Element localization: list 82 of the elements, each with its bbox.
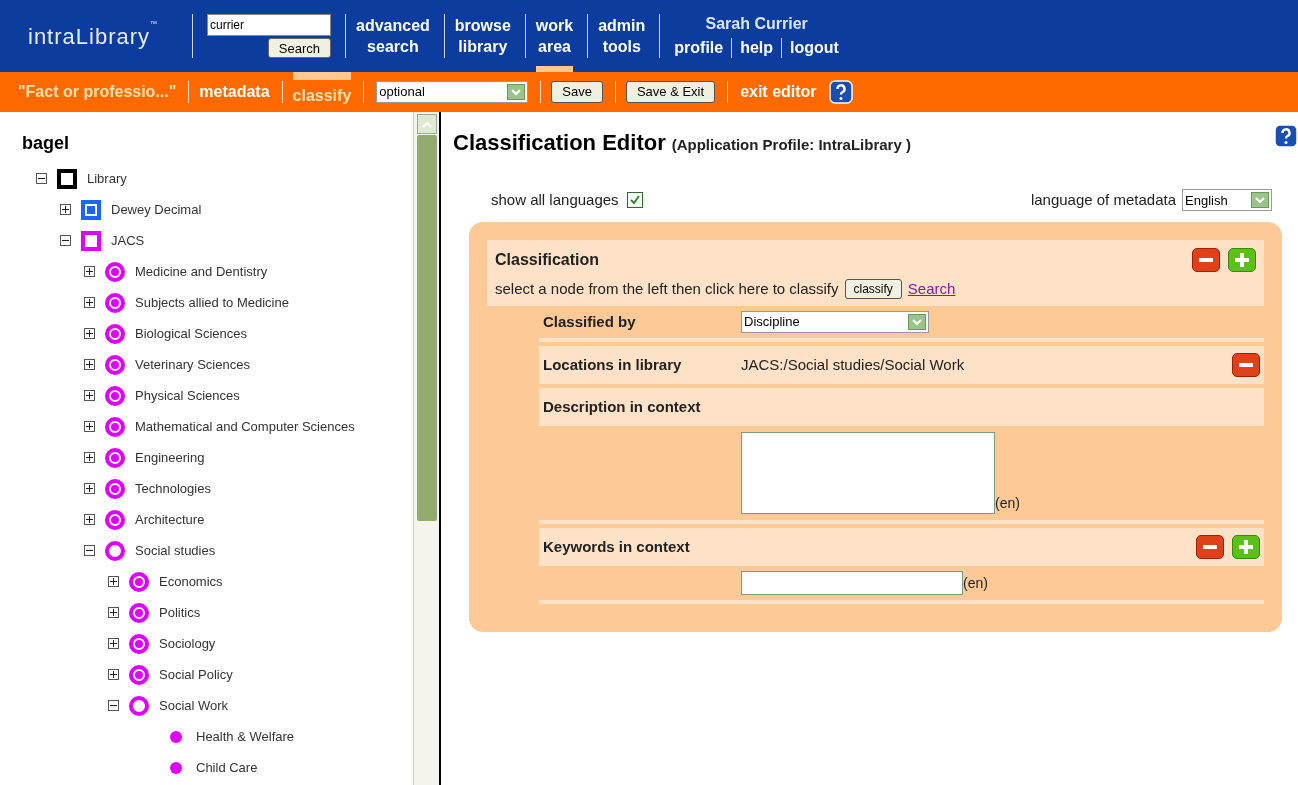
tree-item[interactable]: JACS <box>111 230 145 251</box>
field-label: Description in context <box>543 396 701 417</box>
classify-button[interactable]: classify <box>844 278 902 299</box>
description-field[interactable] <box>741 432 995 514</box>
tree-item[interactable]: Medicine and Dentistry <box>135 261 268 282</box>
expand-icon[interactable] <box>84 452 95 463</box>
expand-icon[interactable] <box>84 483 95 494</box>
logo: intraLibrary$^{™}$ <box>28 19 160 51</box>
search-field[interactable]: currier <box>207 14 331 36</box>
language-select[interactable]: English <box>1182 189 1272 212</box>
language-code: (en) <box>963 573 988 593</box>
help-icon[interactable] <box>828 80 853 104</box>
add-button[interactable] <box>1228 247 1256 272</box>
add-button[interactable] <box>1232 535 1260 559</box>
tree-item[interactable]: Economics <box>159 571 223 592</box>
tree-item[interactable]: Library <box>87 168 127 189</box>
save-button[interactable]: Save & Exit <box>625 81 716 103</box>
search-link[interactable]: Search <box>907 277 956 300</box>
tree-item[interactable]: Health & Welfare <box>196 726 295 747</box>
remove-button[interactable] <box>1232 353 1260 377</box>
nav-link[interactable]: browse library <box>454 0 511 72</box>
tree-item[interactable]: Physical Sciences <box>135 385 240 406</box>
expand-icon[interactable] <box>84 390 95 401</box>
help-icon[interactable] <box>1274 124 1298 148</box>
collapse-icon[interactable] <box>84 545 95 556</box>
save-button[interactable]: Save <box>551 81 603 103</box>
tree-title: bagel <box>22 132 70 155</box>
expand-icon[interactable] <box>108 638 119 649</box>
tree-item[interactable]: Mathematical and Computer Sciences <box>135 416 355 437</box>
user-link[interactable]: help <box>740 36 774 60</box>
tree-item[interactable]: Social Policy <box>159 664 233 685</box>
checkbox-label: show all languages <box>491 190 619 210</box>
collapse-icon[interactable] <box>36 173 47 184</box>
tree-item[interactable]: Veterinary Sciences <box>135 354 250 375</box>
classify-hint: select a node from the left then click here to classify <box>495 278 839 299</box>
user-name: Sarah Currier <box>705 14 808 34</box>
field-label: Classified by <box>543 311 637 332</box>
field-label: Locations in library <box>543 354 683 375</box>
tree-item[interactable]: Social studies <box>135 540 216 561</box>
tree-item[interactable]: Sociology <box>159 633 216 654</box>
expand-icon[interactable] <box>108 576 119 587</box>
tree-item[interactable]: Technologies <box>135 478 211 499</box>
nav-link[interactable]: admin tools <box>598 0 646 72</box>
field-label: Keywords in context <box>543 536 690 557</box>
location-path: JACS:/Social studies/Social Work <box>741 354 966 375</box>
tree-item[interactable]: Child Care <box>196 757 258 778</box>
tree-item[interactable]: Architecture <box>135 509 205 530</box>
expand-icon[interactable] <box>108 607 119 618</box>
tree-item[interactable]: Engineering <box>135 447 205 468</box>
expand-icon[interactable] <box>84 328 95 339</box>
tree-item[interactable]: Politics <box>159 602 201 623</box>
language-code: (en) <box>995 494 1020 513</box>
checkbox[interactable] <box>626 192 643 209</box>
tree-item[interactable]: Biological Sciences <box>135 323 247 344</box>
collapse-icon[interactable] <box>60 235 71 246</box>
profile-select[interactable]: optional <box>376 81 529 103</box>
keywords-field[interactable] <box>741 571 963 595</box>
tree-item[interactable]: Subjects allied to Medicine <box>135 292 289 313</box>
remove-button[interactable] <box>1196 535 1224 559</box>
scroll-up-icon <box>416 114 437 134</box>
expand-icon[interactable] <box>60 204 71 215</box>
expand-icon[interactable] <box>84 514 95 525</box>
expand-icon[interactable] <box>108 669 119 680</box>
section-title: Classification <box>495 249 600 270</box>
user-link[interactable]: logout <box>790 36 839 60</box>
expand-icon[interactable] <box>84 266 95 277</box>
search-button[interactable]: Search <box>267 38 331 58</box>
tree-item[interactable]: Dewey Decimal <box>111 199 202 220</box>
language-label: language of metadata <box>1030 190 1176 210</box>
expand-icon[interactable] <box>84 297 95 308</box>
nav-link[interactable]: advanced search <box>356 0 430 72</box>
editor-subtitle: (Application Profile: IntraLibrary ) <box>671 135 911 155</box>
classified-by-select[interactable]: Discipline <box>741 311 929 333</box>
scroll-thumb[interactable] <box>416 135 437 521</box>
expand-icon[interactable] <box>84 421 95 432</box>
expand-icon[interactable] <box>84 359 95 370</box>
collapse-icon[interactable] <box>108 700 119 711</box>
editor-title: Classification Editor <box>453 129 666 157</box>
tree-item[interactable]: Social Work <box>159 695 229 716</box>
user-link[interactable]: profile <box>674 36 724 60</box>
record-title: "Fact or professio..." <box>18 82 177 102</box>
remove-button[interactable] <box>1192 247 1220 272</box>
